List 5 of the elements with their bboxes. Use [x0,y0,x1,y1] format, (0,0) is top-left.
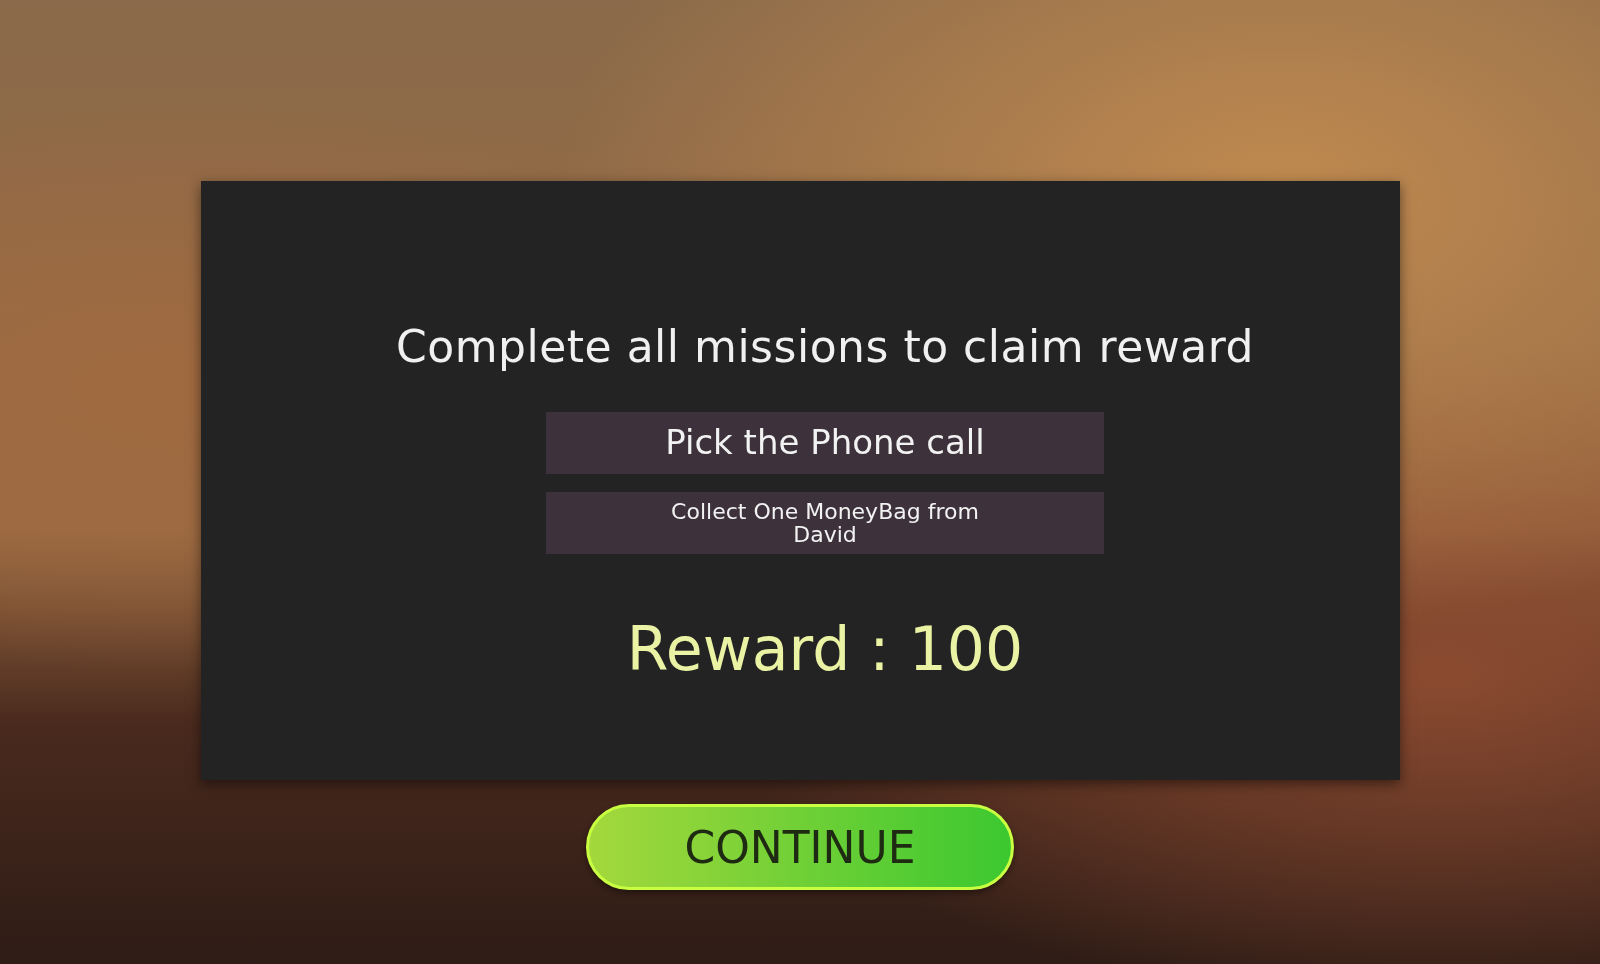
mission-item: Collect One MoneyBag from David [546,492,1104,554]
continue-button[interactable]: CONTINUE [586,804,1014,890]
mission-item: Pick the Phone call [546,412,1104,474]
reward-text: Reward : 100 [626,614,1024,684]
dialog-title: Complete all missions to claim reward [396,321,1254,372]
